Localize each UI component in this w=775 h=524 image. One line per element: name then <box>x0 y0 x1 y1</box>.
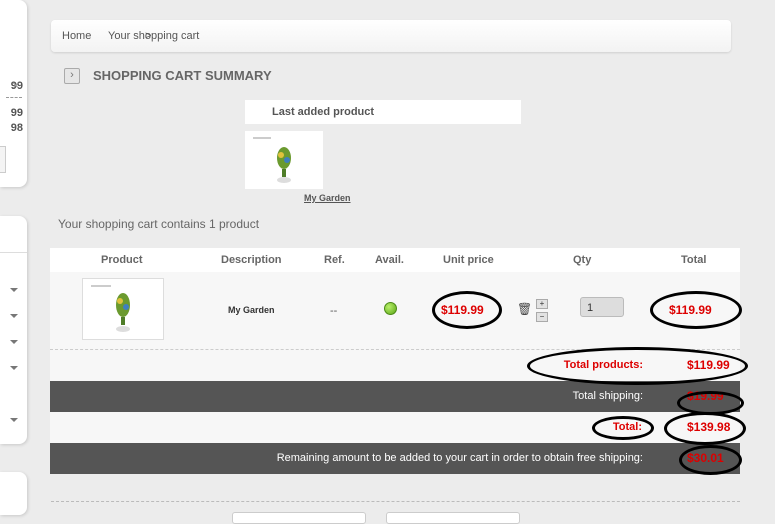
total-shipping-label: Total shipping: <box>572 390 643 402</box>
sidebar-cart-panel: 99 ✕ 99 98 <box>0 0 27 187</box>
total-products-row: Total products: $119.99 <box>50 350 740 381</box>
total-products-value: $119.99 <box>687 358 730 372</box>
total-products-label: Total products: <box>563 359 643 371</box>
last-added-product-image[interactable] <box>245 131 323 189</box>
column-header: Avail. <box>375 254 404 266</box>
product-description[interactable]: My Garden <box>228 305 275 315</box>
breadcrumb-current: Your shopping cart <box>108 30 200 42</box>
line-total: $119.99 <box>669 303 712 317</box>
column-header: Ref. <box>324 254 345 266</box>
breadcrumb: Home > Your shopping cart <box>51 20 731 52</box>
free-shipping-row: Remaining amount to be added to your car… <box>50 443 740 474</box>
product-image[interactable] <box>82 278 164 340</box>
column-header: Product <box>101 254 143 266</box>
cart-summary-text: Your shopping cart contains 1 product <box>58 217 260 231</box>
column-header: Total <box>681 254 707 266</box>
free-shipping-label: Remaining amount to be added to your car… <box>276 452 643 464</box>
sidebar-cart-button[interactable] <box>0 146 6 173</box>
page-title: SHOPPING CART SUMMARY <box>93 68 272 83</box>
breadcrumb-home-link[interactable]: Home <box>62 20 91 52</box>
chevron-right-icon: › <box>64 68 80 84</box>
total-shipping-value: $19.99 <box>687 389 724 403</box>
form-input[interactable] <box>386 512 520 524</box>
form-input[interactable] <box>232 512 366 524</box>
sidebar-cart-value: 98 <box>10 122 23 134</box>
total-label: Total: <box>612 421 642 433</box>
chevron-down-icon[interactable] <box>10 288 18 292</box>
free-shipping-value: $30.01 <box>687 451 724 465</box>
table-row: My Garden -- $119.99 🗑 + − 1 $119.99 <box>50 272 740 350</box>
product-ref: -- <box>330 305 338 317</box>
table-header: Product Description Ref. Avail. Unit pri… <box>50 248 740 272</box>
unit-price: $119.99 <box>441 303 484 317</box>
column-header: Qty <box>573 254 592 266</box>
sidebar-panel <box>0 472 27 515</box>
column-header: Unit price <box>443 254 494 266</box>
sidebar-categories-panel <box>0 216 27 444</box>
qty-decrease-button[interactable]: − <box>536 312 548 322</box>
qty-increase-button[interactable]: + <box>536 299 548 309</box>
column-header: Description <box>221 254 282 266</box>
cart-table: Product Description Ref. Avail. Unit pri… <box>50 248 740 474</box>
chevron-down-icon[interactable] <box>10 314 18 318</box>
close-icon[interactable]: ✕ <box>12 81 20 92</box>
sidebar-cart-value: 99 <box>10 107 23 119</box>
chevron-down-icon[interactable] <box>10 418 18 422</box>
chevron-down-icon[interactable] <box>10 340 18 344</box>
divider <box>0 252 27 253</box>
total-value: $139.98 <box>687 420 731 434</box>
total-row: Total: $139.98 <box>50 412 740 443</box>
last-added-product-link[interactable]: My Garden <box>304 193 351 203</box>
divider <box>6 97 22 98</box>
chevron-down-icon[interactable] <box>10 366 18 370</box>
trash-icon[interactable]: 🗑 <box>517 302 532 316</box>
last-added-label: Last added product <box>272 106 375 118</box>
quantity-input[interactable]: 1 <box>580 297 624 317</box>
availability-indicator <box>384 302 397 315</box>
total-shipping-row: Total shipping: $19.99 <box>50 381 740 412</box>
last-added-header: Last added product <box>245 100 521 124</box>
